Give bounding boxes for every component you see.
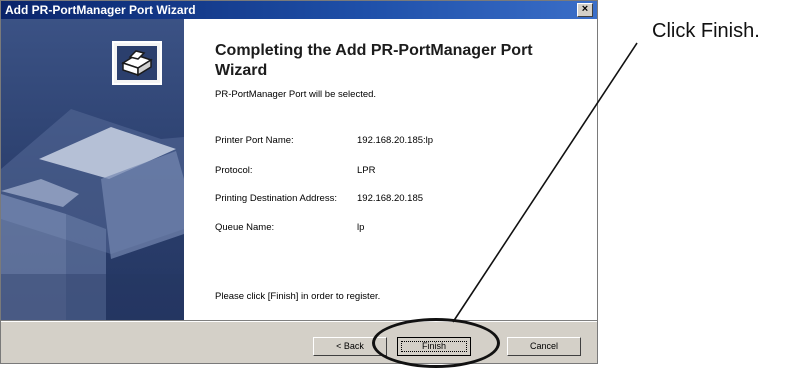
title-bar: Add PR-PortManager Port Wizard ×	[1, 1, 597, 19]
cancel-button-label: Cancel	[529, 341, 558, 351]
destination-address-label: Printing Destination Address:	[215, 193, 337, 204]
queue-name-label: Queue Name:	[215, 222, 275, 233]
side-panel	[1, 19, 184, 320]
protocol-label: Protocol:	[215, 165, 253, 176]
destination-address-value: 192.168.20.185	[357, 193, 424, 204]
wizard-subtitle: PR-PortManager Port will be selected.	[215, 89, 377, 100]
printer-port-name-value: 192.168.20.185:lp	[357, 135, 434, 146]
printer-icon	[112, 41, 162, 85]
close-button[interactable]: ×	[577, 3, 593, 17]
queue-name-value: lp	[357, 222, 365, 233]
wizard-dialog: Add PR-PortManager Port Wizard × Complet…	[0, 0, 598, 364]
register-instruction: Please click [Finish] in order to regist…	[215, 291, 381, 302]
printer-port-name-label: Printer Port Name:	[215, 135, 294, 146]
finish-highlight-ellipse	[372, 318, 500, 368]
heading-line2: Wizard	[215, 62, 268, 79]
protocol-value: LPR	[357, 165, 376, 176]
footer-divider	[1, 320, 597, 322]
cancel-button[interactable]: Cancel	[507, 337, 581, 356]
window-title: Add PR-PortManager Port Wizard	[5, 3, 196, 17]
back-button-label: < Back	[336, 341, 364, 351]
callout-label: Click Finish.	[652, 20, 760, 42]
wizard-content: Completing the Add PR-PortManager Port W…	[1, 19, 597, 320]
heading-line1: Completing the Add PR-PortManager Port	[215, 42, 533, 59]
wizard-heading: Completing the Add PR-PortManager Port W…	[215, 41, 575, 81]
